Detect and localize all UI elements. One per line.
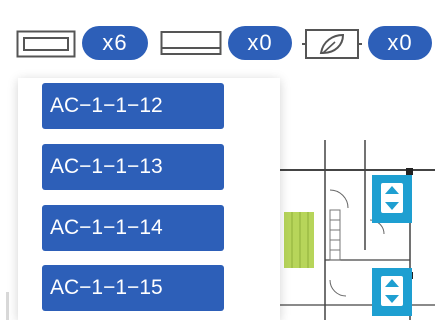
device-counter-toolbar: x6 x0 x0 [0,0,435,85]
linear-light-icon [160,31,222,55]
plant-light-count-badge: x0 [368,26,432,60]
device-marker-icon[interactable] [372,175,412,223]
panel-light-count-badge: x6 [82,26,148,60]
device-list-item[interactable]: AC−1−1−13 [42,144,224,190]
linear-light-count-badge: x0 [228,26,292,60]
plant-light-icon [302,29,362,59]
device-marker-icon[interactable] [372,268,412,316]
device-list-item[interactable]: AC−1−1−15 [42,265,224,311]
device-dropdown-list[interactable]: AC−1−1−12 AC−1−1−13 AC−1−1−14 AC−1−1−15 [18,78,280,320]
device-list-item[interactable]: AC−1−1−12 [42,83,224,129]
device-list-item[interactable]: AC−1−1−14 [42,205,224,251]
left-edge-divider [6,292,9,320]
panel-light-icon [16,30,76,58]
